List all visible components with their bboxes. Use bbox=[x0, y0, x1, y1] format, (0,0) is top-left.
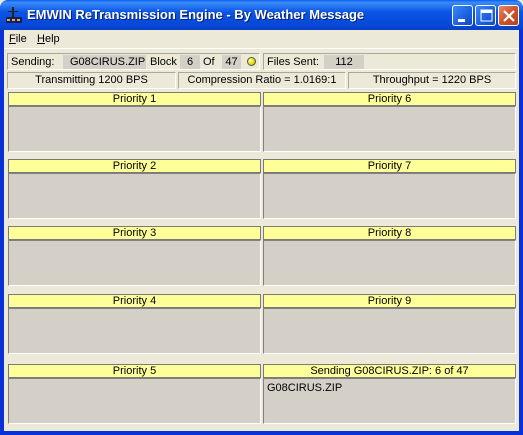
activity-led-icon bbox=[247, 57, 256, 66]
minimize-icon bbox=[458, 19, 465, 22]
queue-priority-9: Priority 9 bbox=[263, 294, 516, 354]
queue-header: Priority 8 bbox=[263, 226, 516, 240]
queue-header: Priority 2 bbox=[8, 159, 261, 173]
menu-help-label: elp bbox=[44, 33, 60, 45]
close-icon bbox=[503, 10, 515, 22]
files-sent-count: 112 bbox=[324, 55, 364, 69]
queue-header: Priority 4 bbox=[8, 294, 261, 308]
menu-file-label: ile bbox=[15, 33, 27, 45]
emwin-app-icon bbox=[6, 7, 22, 23]
queue-header: Priority 3 bbox=[8, 226, 261, 240]
block-label: Block bbox=[150, 56, 177, 68]
throughput-rate: Throughput = 1220 BPS bbox=[348, 72, 516, 89]
menu-bar: File Help bbox=[4, 30, 519, 49]
queue-sending: Sending G08CIRUS.ZIP: 6 of 47 G08CIRUS.Z… bbox=[263, 364, 516, 424]
menu-file-accel: F bbox=[9, 33, 16, 45]
maximize-button[interactable] bbox=[475, 5, 496, 26]
sending-file: G08CIRUS.ZIP bbox=[63, 55, 146, 69]
queue-priority-2: Priority 2 bbox=[8, 159, 261, 219]
minimize-button[interactable] bbox=[452, 5, 473, 26]
queue-list[interactable] bbox=[8, 308, 261, 354]
menu-file[interactable]: File bbox=[9, 33, 27, 45]
sending-status-panel: Sending: G08CIRUS.ZIP Block 6 Of 47 bbox=[7, 53, 260, 70]
close-button[interactable] bbox=[498, 5, 519, 26]
queue-list[interactable] bbox=[8, 240, 261, 286]
maximize-icon bbox=[480, 9, 493, 22]
block-current: 6 bbox=[180, 55, 200, 69]
queue-list[interactable] bbox=[263, 240, 516, 286]
queue-header: Priority 6 bbox=[263, 92, 516, 106]
queue-header: Priority 5 bbox=[8, 364, 261, 378]
queue-priority-6: Priority 6 bbox=[263, 92, 516, 152]
of-label: Of bbox=[203, 56, 215, 68]
sending-label: Sending: bbox=[11, 56, 55, 68]
queue-priority-5: Priority 5 bbox=[8, 364, 261, 424]
client-area: File Help Sending: G08CIRUS.ZIP Block 6 … bbox=[4, 30, 519, 431]
queue-list[interactable] bbox=[263, 308, 516, 354]
queue-header: Priority 1 bbox=[8, 92, 261, 106]
files-sent-label: Files Sent: bbox=[267, 56, 319, 68]
queue-priority-1: Priority 1 bbox=[8, 92, 261, 152]
title-bar[interactable]: EMWIN ReTransmission Engine - By Weather… bbox=[0, 0, 523, 30]
files-sent-panel: Files Sent: 112 bbox=[263, 53, 516, 70]
app-window: EMWIN ReTransmission Engine - By Weather… bbox=[0, 0, 523, 435]
menu-help-accel: H bbox=[37, 33, 45, 45]
queue-list[interactable] bbox=[8, 378, 261, 424]
queue-priority-3: Priority 3 bbox=[8, 226, 261, 286]
queue-priority-4: Priority 4 bbox=[8, 294, 261, 354]
queue-list[interactable] bbox=[263, 106, 516, 152]
queue-priority-8: Priority 8 bbox=[263, 226, 516, 286]
queue-list[interactable] bbox=[263, 173, 516, 219]
queue-header: Priority 9 bbox=[263, 294, 516, 308]
menu-help[interactable]: Help bbox=[37, 33, 60, 45]
transmit-rate: Transmitting 1200 BPS bbox=[7, 72, 176, 89]
queue-list[interactable] bbox=[8, 173, 261, 219]
queue-header: Sending G08CIRUS.ZIP: 6 of 47 bbox=[263, 364, 516, 378]
window-title: EMWIN ReTransmission Engine - By Weather… bbox=[27, 7, 365, 22]
queue-header: Priority 7 bbox=[263, 159, 516, 173]
compression-ratio: Compression Ratio = 1.0169:1 bbox=[178, 72, 346, 89]
queue-list[interactable] bbox=[8, 106, 261, 152]
queue-list[interactable]: G08CIRUS.ZIP bbox=[263, 378, 516, 424]
queue-priority-7: Priority 7 bbox=[263, 159, 516, 219]
block-total: 47 bbox=[222, 55, 241, 69]
